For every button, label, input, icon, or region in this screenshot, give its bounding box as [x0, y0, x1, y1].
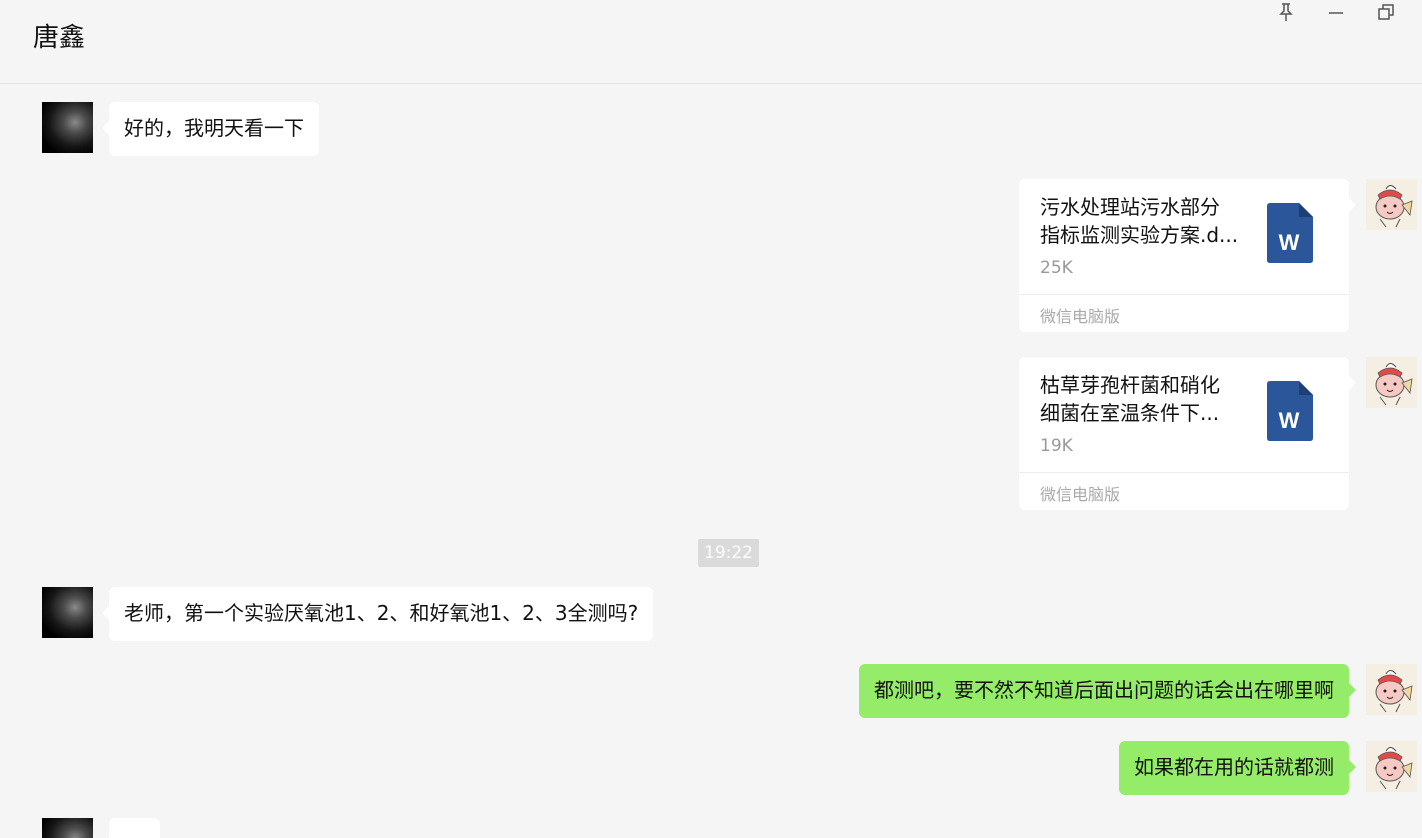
outgoing-message[interactable]: 都测吧，要不然不知道后面出问题的话会出在哪里啊 [859, 664, 1356, 718]
file-size: 25K [1040, 258, 1073, 278]
my-avatar[interactable] [1366, 179, 1417, 230]
message-text: 老师，第一个实验厌氧池1、2、和好氧池1、2、3全测吗? [124, 601, 639, 625]
my-avatar[interactable] [1366, 664, 1417, 715]
avatar-image [1366, 179, 1417, 230]
file-name-line: 细菌在室温条件下... [1040, 401, 1220, 425]
contact-avatar[interactable] [42, 587, 93, 638]
word-letter: W [1279, 408, 1300, 433]
my-avatar[interactable] [1366, 741, 1417, 792]
incoming-message[interactable] [102, 818, 160, 838]
file-message[interactable]: 枯草芽孢杆菌和硝化 细菌在室温条件下... W 19K 微信电脑版 [1019, 357, 1356, 510]
message-text: 如果都在用的话就都测 [1134, 755, 1334, 779]
message-list[interactable]: 好的，我明天看一下 污水处理站污水部分 指标监测实验方案.d... W 25K … [0, 85, 1422, 838]
pin-button[interactable] [1272, 0, 1300, 24]
message-timestamp: 19:22 [698, 539, 759, 567]
chat-header: 唐鑫 [0, 0, 1422, 84]
contact-avatar[interactable] [42, 818, 93, 838]
file-source: 微信电脑版 [1040, 307, 1121, 326]
word-file-icon: W [1267, 381, 1313, 441]
avatar-image [1366, 741, 1417, 792]
message-text: 好的，我明天看一下 [124, 116, 304, 140]
file-name-line: 枯草芽孢杆菌和硝化 [1040, 373, 1220, 397]
chat-title: 唐鑫 [33, 23, 86, 53]
minimize-icon [1329, 12, 1343, 14]
file-name: 污水处理站污水部分 指标监测实验方案.d... [1040, 193, 1248, 249]
file-source: 微信电脑版 [1040, 485, 1121, 504]
file-name-line: 指标监测实验方案.d... [1040, 223, 1239, 247]
avatar-image [1366, 664, 1417, 715]
restore-icon [1378, 4, 1394, 20]
incoming-message[interactable]: 老师，第一个实验厌氧池1、2、和好氧池1、2、3全测吗? [101, 587, 654, 641]
file-name: 枯草芽孢杆菌和硝化 细菌在室温条件下... [1040, 371, 1248, 427]
word-file-icon: W [1267, 203, 1313, 263]
file-size: 19K [1040, 436, 1073, 456]
word-letter: W [1279, 230, 1300, 255]
contact-avatar[interactable] [42, 102, 93, 153]
file-name-line: 污水处理站污水部分 [1040, 195, 1220, 219]
incoming-message[interactable]: 好的，我明天看一下 [102, 102, 319, 156]
divider [1019, 294, 1349, 295]
outgoing-message[interactable]: 如果都在用的话就都测 [1119, 741, 1356, 795]
pin-icon [1279, 3, 1293, 21]
avatar-image [1366, 357, 1417, 408]
file-message[interactable]: 污水处理站污水部分 指标监测实验方案.d... W 25K 微信电脑版 [1019, 179, 1356, 332]
minimize-button[interactable] [1322, 0, 1350, 24]
restore-button[interactable] [1372, 0, 1400, 24]
message-text: 都测吧，要不然不知道后面出问题的话会出在哪里啊 [874, 678, 1334, 702]
my-avatar[interactable] [1366, 357, 1417, 408]
divider [1019, 472, 1349, 473]
